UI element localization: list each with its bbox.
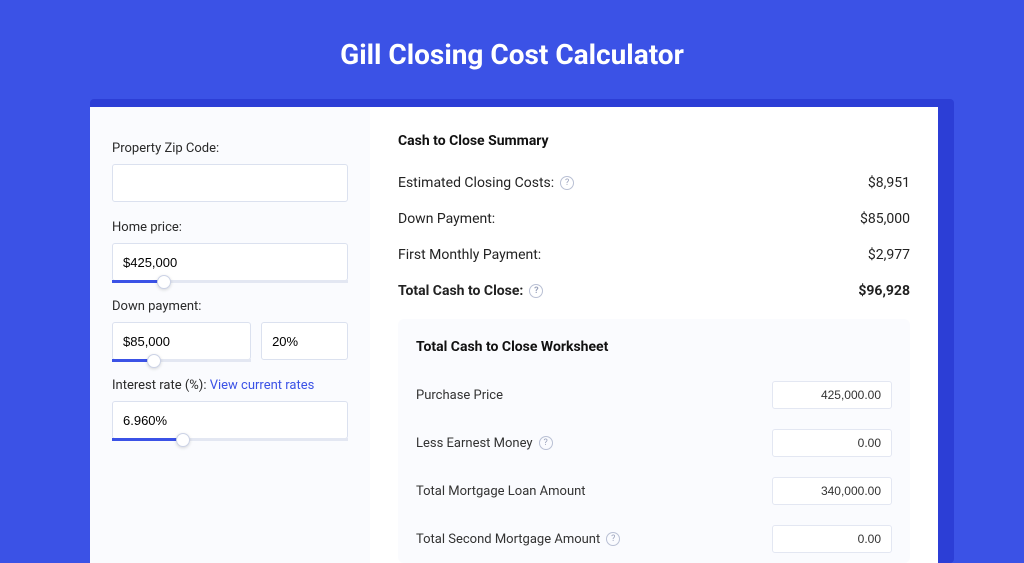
interest-label-row: Interest rate (%): View current rates	[112, 378, 348, 393]
help-icon[interactable]: ?	[560, 176, 574, 190]
ws-input-purchase-price[interactable]	[772, 381, 892, 409]
ws-label-loan-amount: Total Mortgage Loan Amount	[416, 484, 586, 499]
card-shadow: Property Zip Code: Home price: Down paym…	[90, 99, 954, 563]
summary-value-first-monthly: $2,977	[868, 247, 910, 263]
summary-row-closing-costs: Estimated Closing Costs: ? $8,951	[398, 165, 910, 201]
summary-value-down-payment: $85,000	[860, 211, 910, 227]
down-payment-slider-thumb[interactable]	[147, 354, 161, 368]
interest-slider-thumb[interactable]	[176, 433, 190, 447]
home-price-slider-thumb[interactable]	[157, 275, 171, 289]
summary-value-total: $96,928	[858, 283, 910, 299]
interest-label: Interest rate (%):	[112, 378, 206, 393]
home-price-label: Home price:	[112, 220, 348, 235]
worksheet-card: Total Cash to Close Worksheet Purchase P…	[398, 319, 910, 563]
ws-row-second-mortgage: Total Second Mortgage Amount ?	[416, 515, 892, 563]
home-price-slider-wrap	[112, 243, 348, 281]
ws-input-second-mortgage[interactable]	[772, 525, 892, 553]
down-payment-label: Down payment:	[112, 299, 348, 314]
calculator-card: Property Zip Code: Home price: Down paym…	[90, 107, 938, 563]
help-icon[interactable]: ?	[606, 532, 620, 546]
summary-title: Cash to Close Summary	[398, 133, 910, 149]
summary-row-down-payment: Down Payment: $85,000	[398, 201, 910, 237]
zip-input[interactable]	[112, 164, 348, 202]
worksheet-title: Total Cash to Close Worksheet	[416, 339, 892, 355]
summary-label-first-monthly: First Monthly Payment:	[398, 247, 541, 263]
ws-label-second-mortgage: Total Second Mortgage Amount	[416, 532, 600, 547]
summary-panel: Cash to Close Summary Estimated Closing …	[370, 107, 938, 563]
view-rates-link[interactable]: View current rates	[210, 378, 315, 393]
summary-row-total: Total Cash to Close: ? $96,928	[398, 273, 910, 309]
interest-slider-fill	[112, 438, 183, 441]
field-down-payment: Down payment:	[112, 299, 348, 360]
field-interest: Interest rate (%): View current rates	[112, 378, 348, 439]
ws-row-purchase-price: Purchase Price	[416, 371, 892, 419]
ws-input-earnest[interactable]	[772, 429, 892, 457]
ws-label-earnest: Less Earnest Money	[416, 436, 533, 451]
ws-input-loan-amount[interactable]	[772, 477, 892, 505]
help-icon[interactable]: ?	[539, 436, 553, 450]
page-title: Gill Closing Cost Calculator	[0, 0, 1024, 99]
ws-row-earnest: Less Earnest Money ?	[416, 419, 892, 467]
down-payment-amount-wrap	[112, 322, 251, 360]
field-zip: Property Zip Code:	[112, 141, 348, 202]
summary-row-first-monthly: First Monthly Payment: $2,977	[398, 237, 910, 273]
summary-label-down-payment: Down Payment:	[398, 211, 495, 227]
summary-label-closing-costs: Estimated Closing Costs:	[398, 175, 554, 191]
interest-input[interactable]	[112, 401, 348, 439]
down-payment-pct-input[interactable]	[261, 322, 348, 360]
ws-row-loan-amount: Total Mortgage Loan Amount	[416, 467, 892, 515]
field-home-price: Home price:	[112, 220, 348, 281]
home-price-input[interactable]	[112, 243, 348, 281]
down-payment-amount-input[interactable]	[112, 322, 251, 360]
help-icon[interactable]: ?	[529, 284, 543, 298]
summary-label-total: Total Cash to Close:	[398, 283, 523, 299]
input-panel: Property Zip Code: Home price: Down paym…	[90, 107, 370, 563]
interest-slider-wrap	[112, 401, 348, 439]
summary-value-closing-costs: $8,951	[868, 175, 910, 191]
zip-label: Property Zip Code:	[112, 141, 348, 156]
ws-label-purchase-price: Purchase Price	[416, 388, 503, 403]
